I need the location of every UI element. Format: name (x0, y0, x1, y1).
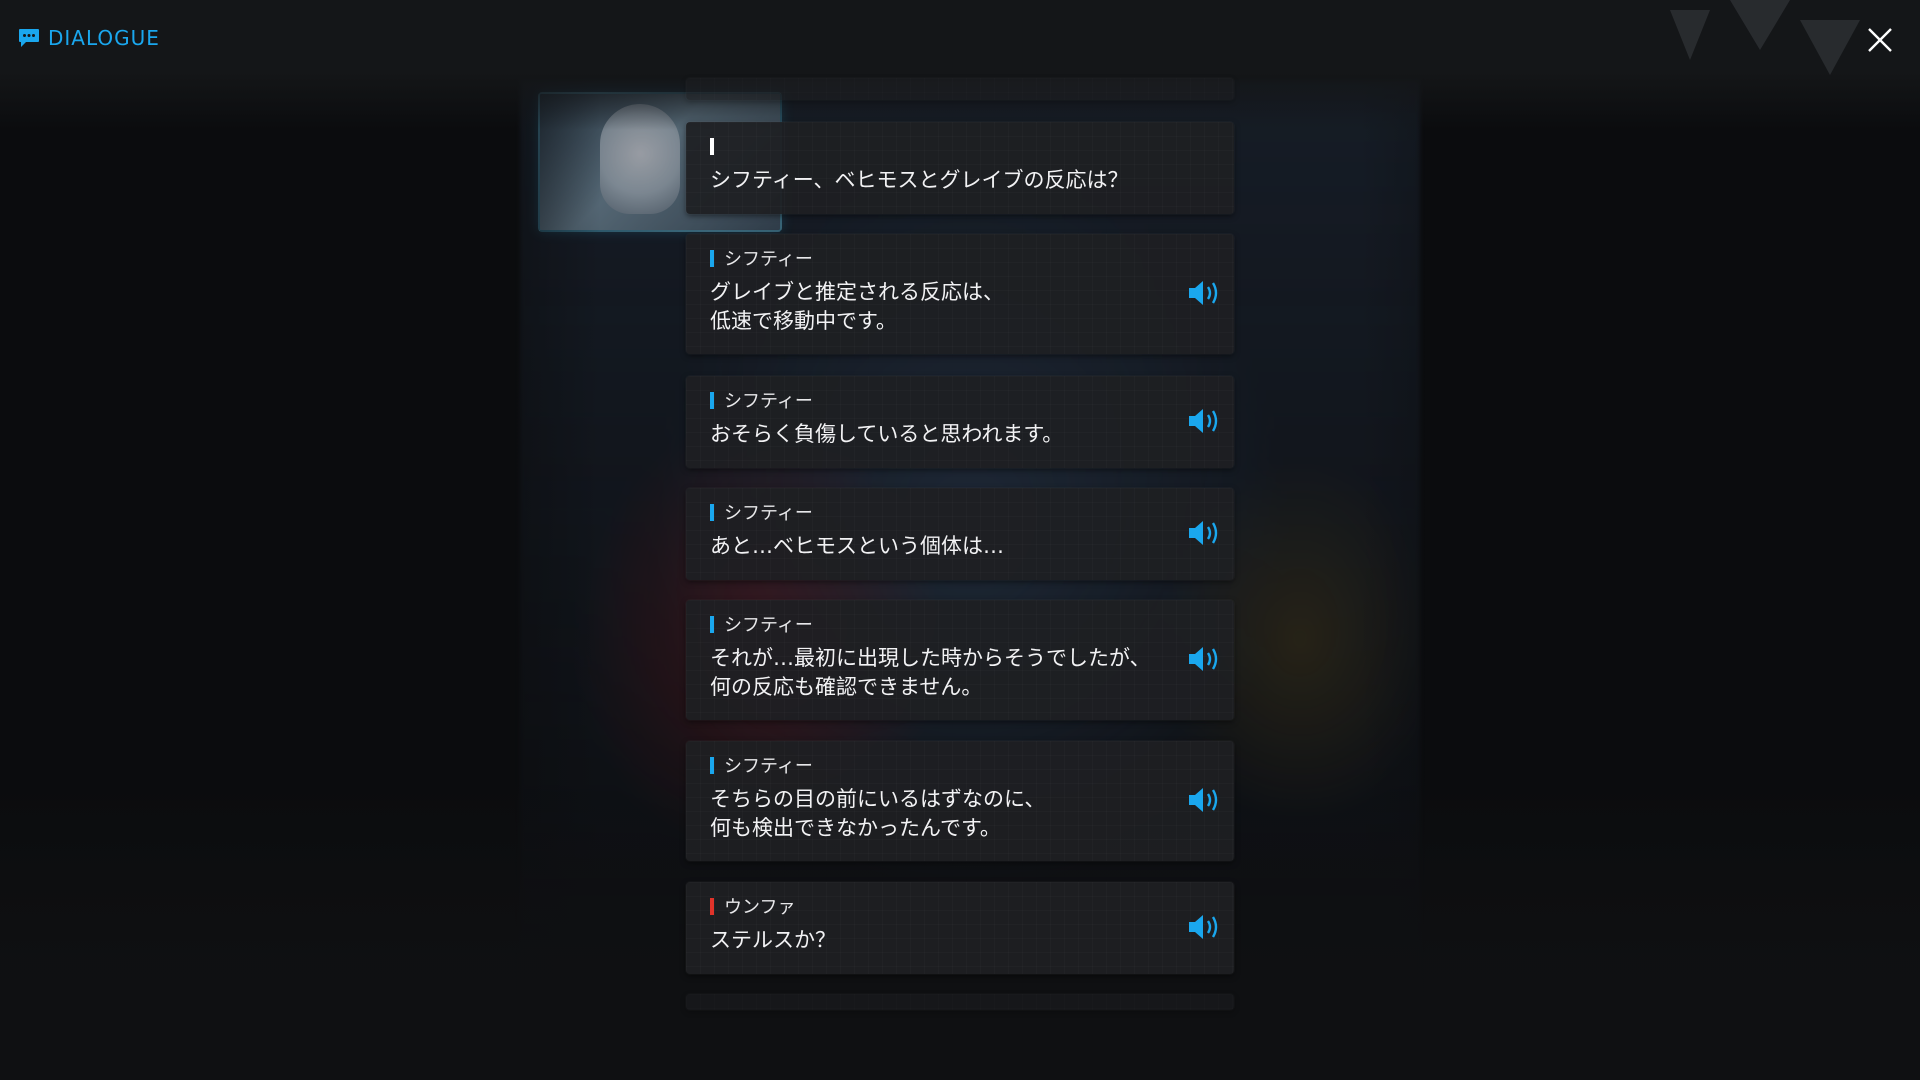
speaker-tag: シフティー (710, 755, 813, 777)
dialogue-entry: シフティー、ベヒモスとグレイブの反応は？ (686, 122, 1234, 214)
dialogue-entry: シフティー おそらく負傷していると思われます。 (686, 376, 1234, 468)
speaker-marker (710, 756, 714, 774)
speaker-marker (710, 897, 714, 915)
dialogue-entry: ウンファ ステルスか？ (686, 882, 1234, 974)
dialogue-text: シフティー、ベヒモスとグレイブの反応は？ (710, 168, 1129, 192)
speaker-volume-icon[interactable] (1186, 518, 1222, 548)
dialogue-list[interactable]: シフティー、ベヒモスとグレイブの反応は？ シフティー グレイブと推定される反応は… (686, 0, 1234, 1080)
speaker-tag: シフティー (710, 502, 813, 524)
dialogue-text: おそらく負傷していると思われます。 (710, 422, 1064, 446)
chat-bubble-icon (19, 29, 39, 47)
speaker-tag: ウンファ (710, 896, 796, 918)
speaker-tag (710, 136, 724, 156)
speaker-volume-icon[interactable] (1186, 278, 1222, 308)
speaker-volume-icon[interactable] (1186, 912, 1222, 942)
dialogue-log-screen: DIALOGUE シフティー、ベヒモスとグレイブの反応は？ シフティー グレイブ… (0, 0, 1920, 1080)
dialogue-entry: シフティー グレイブと推定される反応は、 低速で移動中です。 (686, 234, 1234, 354)
corner-decoration (1670, 0, 1860, 75)
dialogue-entry: シフティー あと…ベヒモスという個体は… (686, 488, 1234, 580)
dialogue-text: ステルスか？ (710, 928, 836, 952)
speaker-name: ウンファ (724, 897, 796, 918)
dialogue-header: DIALOGUE (18, 26, 160, 50)
speaker-name: シフティー (724, 756, 813, 777)
speaker-marker (710, 615, 714, 633)
speaker-name: シフティー (724, 249, 813, 270)
speaker-volume-icon[interactable] (1186, 406, 1222, 436)
dialogue-entry-partial (686, 78, 1234, 100)
dialogue-title: DIALOGUE (48, 26, 160, 50)
dialogue-text: あと…ベヒモスという個体は… (710, 534, 1004, 558)
dialogue-text: グレイブと推定される反応は、 低速で移動中です。 (710, 280, 1004, 333)
speaker-name: シフティー (724, 391, 813, 412)
dialogue-entry: シフティー そちらの目の前にいるはずなのに、 何も検出できなかったんです。 (686, 741, 1234, 861)
speaker-volume-icon[interactable] (1186, 644, 1222, 674)
speaker-name: シフティー (724, 615, 813, 636)
dialogue-text: そちらの目の前にいるはずなのに、 何も検出できなかったんです。 (710, 787, 1046, 840)
close-icon[interactable] (1864, 24, 1896, 56)
speaker-tag: シフティー (710, 614, 813, 636)
dialogue-entry-partial (686, 994, 1234, 1010)
speaker-marker (710, 503, 714, 521)
speaker-marker (710, 249, 714, 267)
speaker-marker (710, 137, 714, 155)
dialogue-entry: シフティー それが…最初に出現した時からそうでしたが、 何の反応も確認できません… (686, 600, 1234, 720)
speaker-tag: シフティー (710, 390, 813, 412)
dialogue-text: それが…最初に出現した時からそうでしたが、 何の反応も確認できません。 (710, 646, 1151, 699)
speaker-tag: シフティー (710, 248, 813, 270)
speaker-marker (710, 391, 714, 409)
speaker-volume-icon[interactable] (1186, 785, 1222, 815)
speaker-name: シフティー (724, 503, 813, 524)
